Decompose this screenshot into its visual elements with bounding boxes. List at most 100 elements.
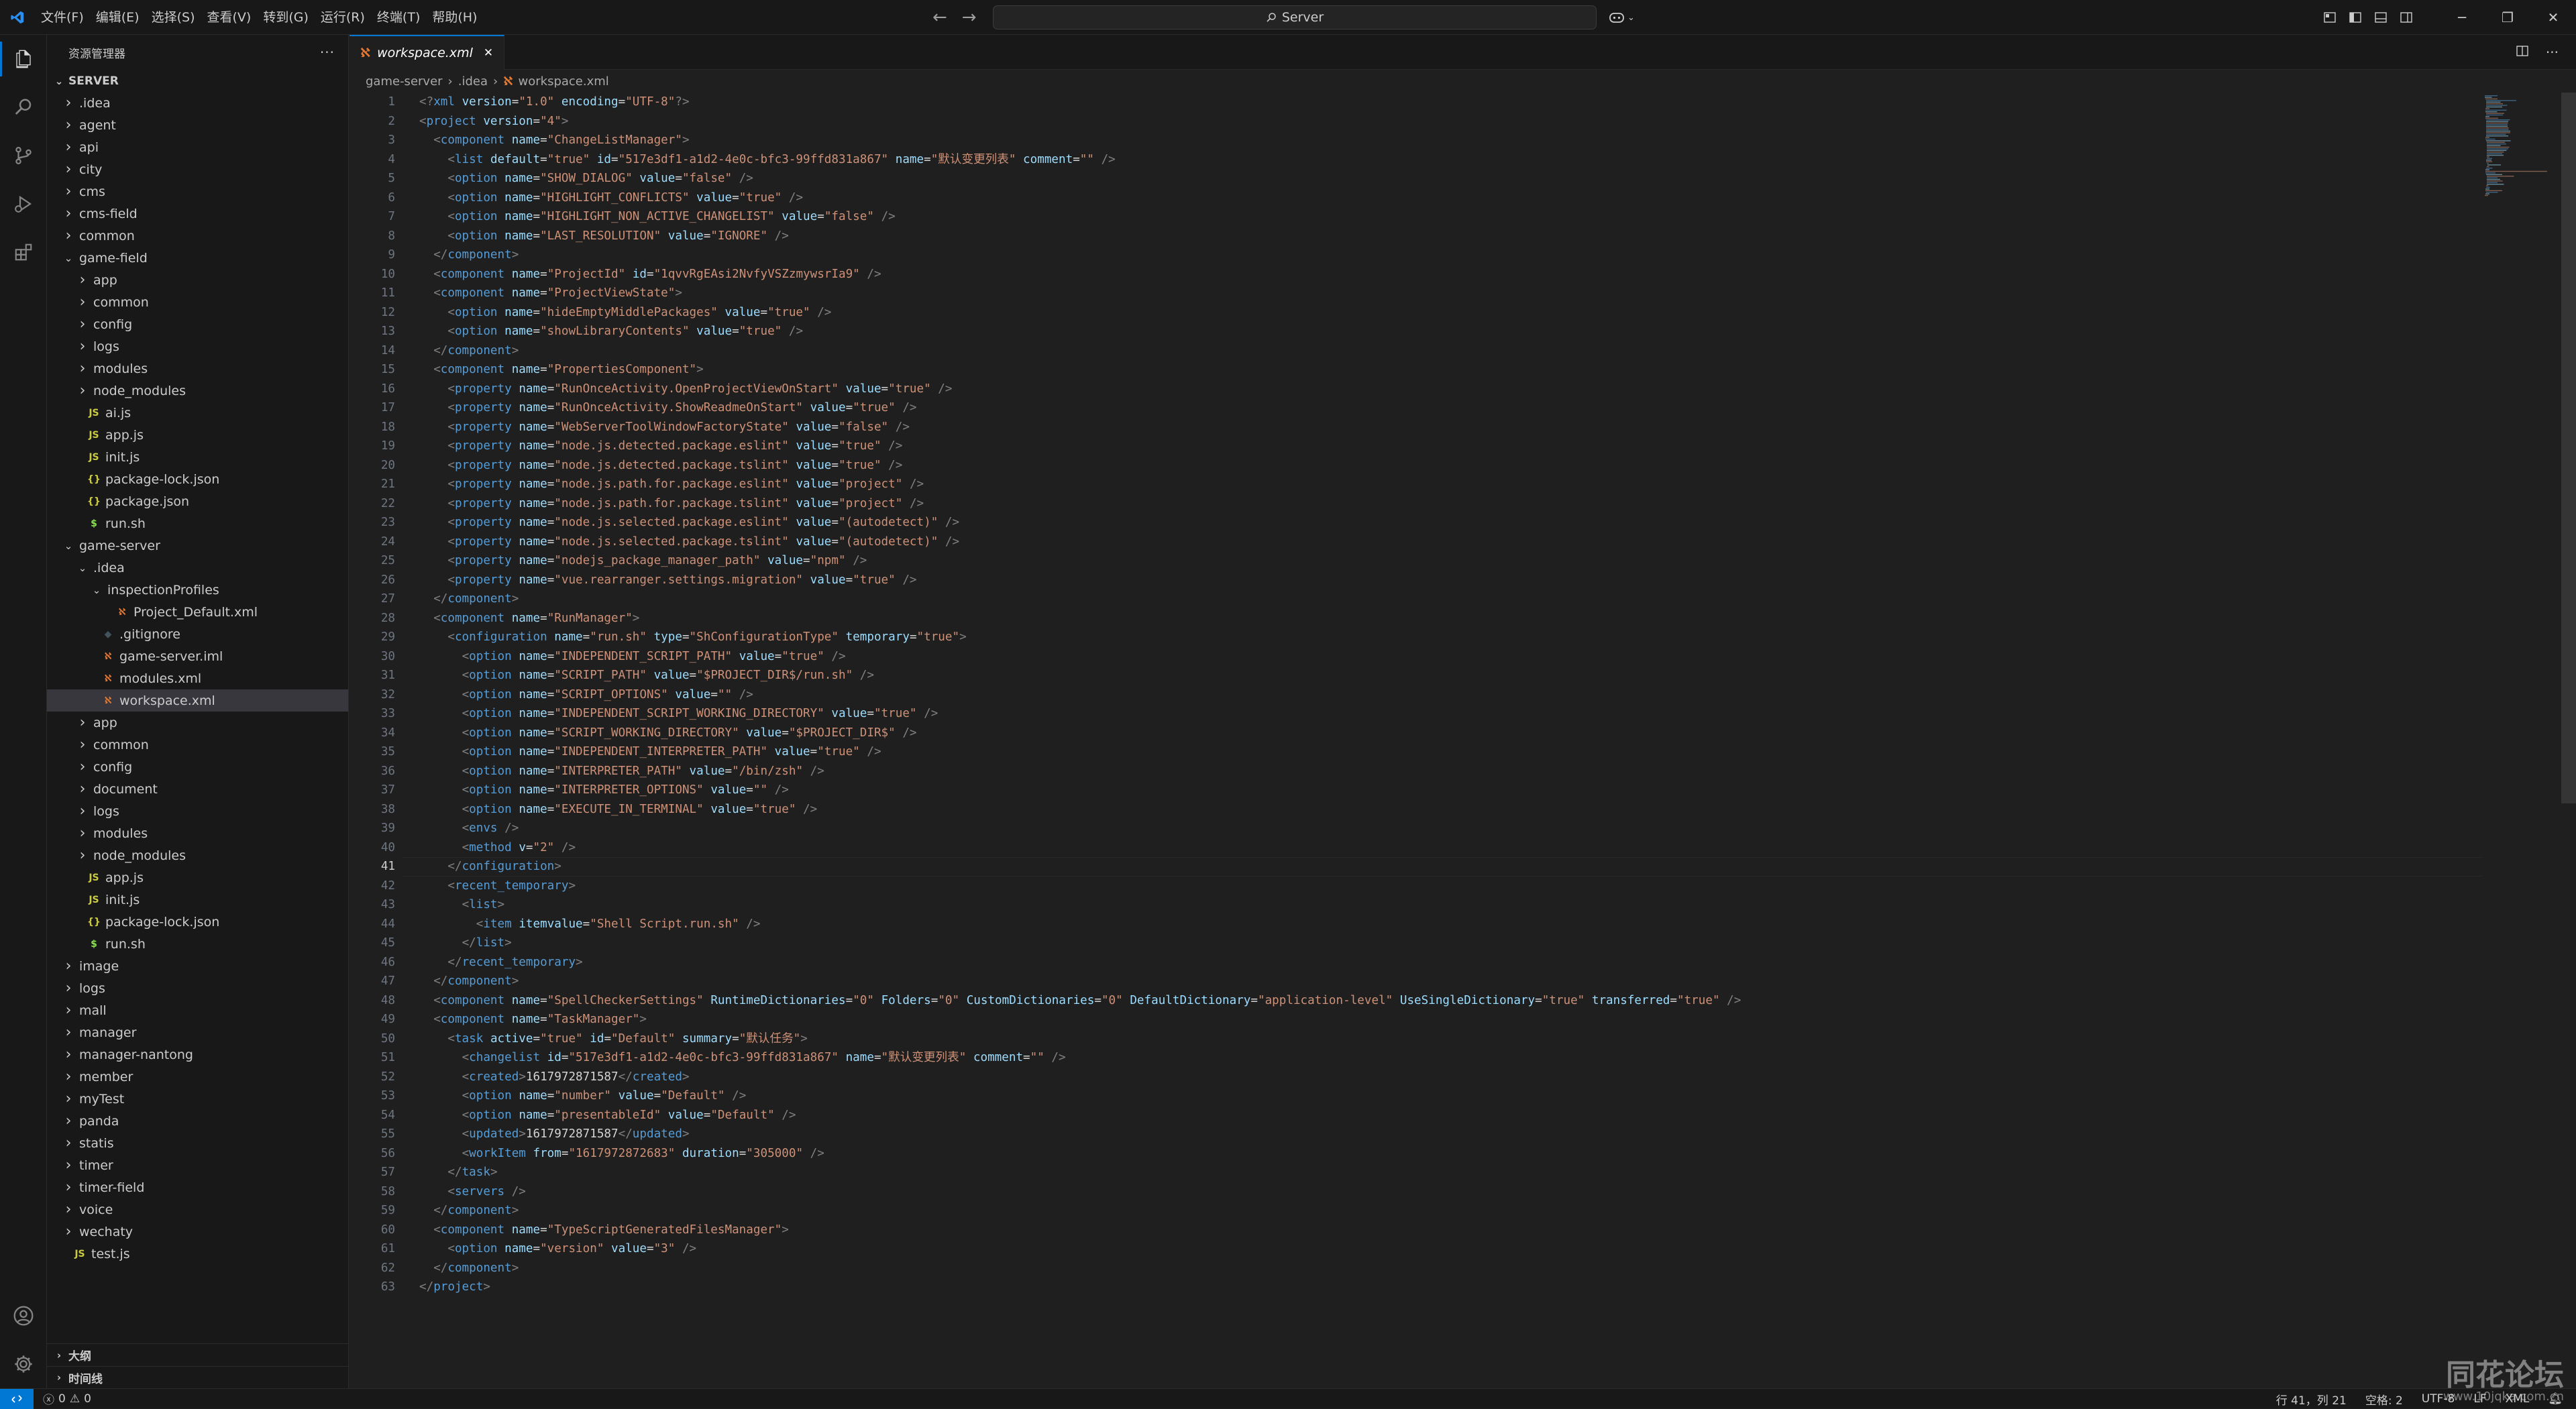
folder-item[interactable]: ›timer xyxy=(47,1154,348,1176)
toggle-secondary-sidebar-icon[interactable] xyxy=(2394,0,2419,35)
folder-item[interactable]: ›myTest xyxy=(47,1088,348,1110)
customize-layout-icon[interactable] xyxy=(2317,0,2343,35)
file-item[interactable]: ℵProject_Default.xml xyxy=(47,601,348,623)
menu-item[interactable]: 选择(S) xyxy=(146,0,201,35)
file-item[interactable]: $run.sh xyxy=(47,933,348,955)
folder-item[interactable]: ›panda xyxy=(47,1110,348,1132)
folder-item[interactable]: ›api xyxy=(47,136,348,158)
file-item[interactable]: ℵmodules.xml xyxy=(47,667,348,689)
folder-item[interactable]: ›common xyxy=(47,225,348,247)
explorer-activity[interactable] xyxy=(0,35,47,83)
folder-item[interactable]: ⌄game-field xyxy=(47,247,348,269)
menu-item[interactable]: 终端(T) xyxy=(371,0,426,35)
folder-item[interactable]: ›city xyxy=(47,158,348,180)
code-text: <option name="number" value="Default" /> xyxy=(419,1086,746,1106)
file-item[interactable]: JSinit.js xyxy=(47,889,348,911)
more-actions-icon[interactable]: ··· xyxy=(2546,44,2559,60)
folder-item[interactable]: ›.idea xyxy=(47,92,348,114)
folder-item[interactable]: ›manager xyxy=(47,1021,348,1044)
menu-item[interactable]: 转到(G) xyxy=(257,0,315,35)
minimap[interactable] xyxy=(2482,93,2556,200)
command-center-search[interactable]: Server xyxy=(993,5,1597,30)
file-item[interactable]: JSapp.js xyxy=(47,866,348,889)
close-tab-icon[interactable]: ✕ xyxy=(484,46,493,60)
folder-item[interactable]: ⌄game-server xyxy=(47,534,348,557)
file-item[interactable]: {}package-lock.json xyxy=(47,911,348,933)
folder-item[interactable]: ›agent xyxy=(47,114,348,136)
restore-icon[interactable]: ❐ xyxy=(2485,0,2530,35)
folder-item[interactable]: ›image xyxy=(47,955,348,977)
folder-item[interactable]: ›member xyxy=(47,1066,348,1088)
minimize-icon[interactable]: ─ xyxy=(2439,0,2485,35)
tab-workspace-xml[interactable]: ℵ workspace.xml ✕ xyxy=(350,35,504,70)
source-control-activity[interactable] xyxy=(0,131,47,180)
folder-item[interactable]: ›config xyxy=(47,313,348,335)
folder-item[interactable]: ›manager-nantong xyxy=(47,1044,348,1066)
file-item[interactable]: $run.sh xyxy=(47,512,348,534)
file-item[interactable]: {}package.json xyxy=(47,490,348,512)
file-item[interactable]: {}package-lock.json xyxy=(47,468,348,490)
accounts-activity[interactable] xyxy=(0,1292,47,1340)
close-window-icon[interactable]: ✕ xyxy=(2530,0,2576,35)
back-arrow-icon[interactable]: ← xyxy=(932,7,947,27)
timeline-section[interactable]: › 时间线 xyxy=(47,1366,349,1388)
breadcrumb-item[interactable]: .idea xyxy=(458,74,488,89)
extensions-activity[interactable] xyxy=(0,228,47,276)
folder-item[interactable]: ›logs xyxy=(47,800,348,822)
breadcrumb-item[interactable]: game-server xyxy=(366,74,443,89)
line-number: 38 xyxy=(350,800,395,820)
folder-item[interactable]: ›modules xyxy=(47,822,348,844)
folder-item[interactable]: ›config xyxy=(47,756,348,778)
file-item[interactable]: JStest.js xyxy=(47,1243,348,1265)
folder-item[interactable]: ›logs xyxy=(47,335,348,357)
indentation[interactable]: 空格: 2 xyxy=(2365,1391,2403,1408)
manage-activity[interactable] xyxy=(0,1340,47,1388)
minimap-line xyxy=(2486,135,2508,136)
file-item[interactable]: ◆.gitignore xyxy=(47,623,348,645)
toggle-primary-sidebar-icon[interactable] xyxy=(2343,0,2368,35)
more-actions-icon[interactable]: ··· xyxy=(320,44,335,60)
folder-item[interactable]: ›wechaty xyxy=(47,1221,348,1243)
folder-item[interactable]: ›cms xyxy=(47,180,348,203)
folder-item[interactable]: ⌄inspectionProfiles xyxy=(47,579,348,601)
remote-indicator[interactable] xyxy=(0,1389,34,1409)
menu-item[interactable]: 查看(V) xyxy=(201,0,258,35)
breadcrumb-item[interactable]: workspace.xml xyxy=(519,74,609,89)
folder-item[interactable]: ⌄.idea xyxy=(47,557,348,579)
folder-item[interactable]: ›common xyxy=(47,734,348,756)
code-editor[interactable]: 1<?xml version="1.0" encoding="UTF-8"?>2… xyxy=(350,93,2576,1388)
cursor-position[interactable]: 行 41，列 21 xyxy=(2276,1391,2347,1408)
file-item[interactable]: JSinit.js xyxy=(47,446,348,468)
vertical-scrollbar[interactable] xyxy=(2561,93,2576,803)
folder-item[interactable]: ›logs xyxy=(47,977,348,999)
workspace-root[interactable]: ⌄ SERVER xyxy=(47,70,348,92)
outline-section[interactable]: › 大纲 xyxy=(47,1344,349,1366)
folder-item[interactable]: ›timer-field xyxy=(47,1176,348,1198)
folder-item[interactable]: ›app xyxy=(47,269,348,291)
run-debug-activity[interactable] xyxy=(0,180,47,228)
toggle-panel-icon[interactable] xyxy=(2368,0,2394,35)
folder-item[interactable]: ›voice xyxy=(47,1198,348,1221)
file-item[interactable]: JSapp.js xyxy=(47,424,348,446)
folder-item[interactable]: ›common xyxy=(47,291,348,313)
folder-item[interactable]: ›node_modules xyxy=(47,380,348,402)
file-item[interactable]: JSai.js xyxy=(47,402,348,424)
forward-arrow-icon[interactable]: → xyxy=(962,7,977,27)
folder-item[interactable]: ›document xyxy=(47,778,348,800)
menu-item[interactable]: 文件(F) xyxy=(35,0,90,35)
folder-item[interactable]: ›mall xyxy=(47,999,348,1021)
folder-item[interactable]: ›app xyxy=(47,712,348,734)
folder-item[interactable]: ›modules xyxy=(47,357,348,380)
folder-item[interactable]: ›node_modules xyxy=(47,844,348,866)
search-activity[interactable] xyxy=(0,83,47,131)
menu-item[interactable]: 帮助(H) xyxy=(426,0,483,35)
folder-item[interactable]: ›statis xyxy=(47,1132,348,1154)
menu-item[interactable]: 编辑(E) xyxy=(90,0,146,35)
problems-indicator[interactable]: ⓧ 0 ⚠ 0 xyxy=(34,1390,91,1407)
file-item[interactable]: ℵgame-server.iml xyxy=(47,645,348,667)
file-item[interactable]: ℵworkspace.xml xyxy=(47,689,348,712)
split-editor-icon[interactable] xyxy=(2516,46,2528,59)
menu-item[interactable]: 运行(R) xyxy=(315,0,371,35)
copilot-menu[interactable]: ⌄ xyxy=(1609,5,1635,30)
folder-item[interactable]: ›cms-field xyxy=(47,203,348,225)
